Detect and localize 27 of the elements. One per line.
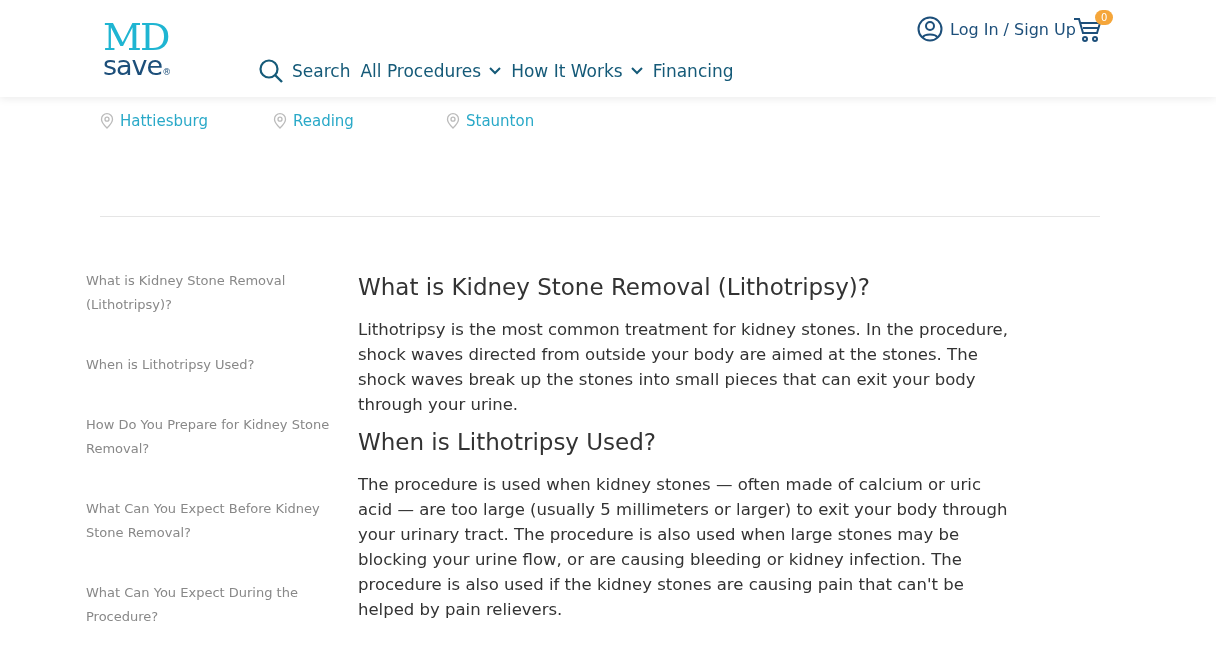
nav-link[interactable]: Financing <box>652 61 734 81</box>
cart-icon[interactable] <box>1073 16 1103 44</box>
toc-link[interactable]: What Can You Expect Before Kidney Stone Removal? <box>86 497 336 545</box>
toc-link[interactable]: When is Lithotripsy Used? <box>86 353 336 377</box>
nav-link[interactable]: Search <box>258 58 351 84</box>
logo[interactable]: MD save® <box>103 18 171 79</box>
toc-link[interactable]: What is Kidney Stone Removal (Lithotripsy)? <box>86 269 336 317</box>
search-icon <box>258 58 284 84</box>
section-heading: What is Kidney Stone Removal (Lithotripsy)? <box>358 274 871 300</box>
section-heading: When is Lithotripsy Used? <box>358 429 658 455</box>
location-pin-icon <box>100 113 114 129</box>
paragraph: The procedure is used when kidney stones — often made of calcium or uric acid — are too large (usually 5 millimeters or larger) to exit your body through your urinary tract. The procedure is also used when large stones may be blocking your urine flow, or are causing bleeding or kidney infection. The procedure is also used if the kidney stones are causing pain that can't be helped by pain relievers. <box>358 474 1008 621</box>
location-pin-icon <box>446 113 460 129</box>
toc-link[interactable]: What Can You Expect During the Procedure? <box>86 581 336 629</box>
city-link[interactable]: Hattiesburg <box>100 112 273 130</box>
paragraph: Lithotripsy is the most common treatment for kidney stones. In the procedure, shock waves directed from outside your body are aimed at the stones. The shock waves break up the stones into small pieces that can exit your body through your urine. <box>358 319 1008 416</box>
nav-link[interactable]: How It Works <box>511 61 643 81</box>
toc-link[interactable]: How Do You Prepare for Kidney Stone Removal? <box>86 413 336 461</box>
location-pin-icon <box>273 113 287 129</box>
nav-link[interactable]: All Procedures <box>360 61 502 81</box>
user-icon <box>917 16 943 42</box>
login-link[interactable]: Log In / Sign Up <box>917 16 1076 42</box>
chevron-down-icon <box>489 67 502 75</box>
chevron-down-icon <box>630 67 643 75</box>
cart-count-badge: 0 <box>1095 10 1114 25</box>
city-link[interactable]: Reading <box>273 112 446 130</box>
city-link[interactable]: Staunton <box>446 112 619 130</box>
